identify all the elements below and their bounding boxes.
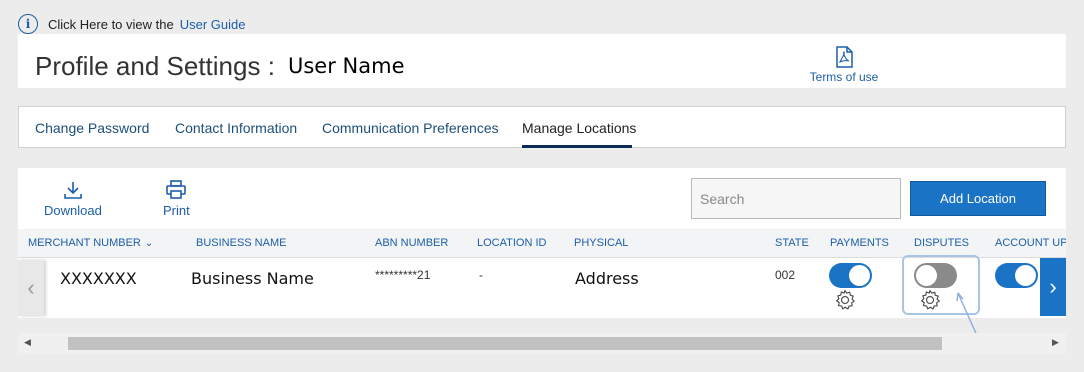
column-account-updates[interactable]: ACCOUNT UP [995, 237, 1066, 249]
disputes-toggle-highlight [902, 255, 980, 315]
column-merchant-number[interactable]: MERCHANT NUMBER ⌄ [28, 237, 153, 249]
toggle-knob [849, 265, 870, 286]
page-title: Profile and Settings : [35, 51, 275, 81]
settings-tabs: Change Password Contact Information Comm… [18, 106, 1066, 148]
scroll-right-button[interactable]: › [1040, 258, 1066, 316]
active-tab-indicator [522, 145, 632, 148]
add-location-button[interactable]: Add Location [910, 181, 1046, 216]
column-payments[interactable]: PAYMENTS [830, 237, 889, 249]
tab-communication-preferences[interactable]: Communication Preferences [322, 120, 499, 136]
tab-contact-information[interactable]: Contact Information [175, 120, 297, 136]
tab-manage-locations[interactable]: Manage Locations [522, 120, 636, 136]
chevron-down-icon: ⌄ [144, 238, 154, 249]
search-input[interactable] [691, 178, 901, 219]
scroll-left-button[interactable]: ‹ [18, 260, 44, 316]
account-updates-toggle[interactable] [995, 263, 1038, 288]
column-disputes[interactable]: DISPUTES [914, 237, 969, 249]
download-label: Download [44, 203, 102, 218]
profile-header: Profile and Settings : User Name Terms o… [18, 34, 1066, 88]
chevron-left-icon: ‹ [27, 275, 35, 300]
terms-of-use-label: Terms of use [809, 70, 879, 84]
abn-number-cell: *********21 [375, 268, 431, 282]
scroll-right-arrow-icon[interactable]: ▶ [1052, 337, 1059, 348]
table-header: MERCHANT NUMBER ⌄ BUSINESS NAME ABN NUMBE… [18, 229, 1066, 258]
merchant-number-cell: XXXXXXX [60, 269, 137, 288]
horizontal-scrollbar[interactable]: ◀ ▶ [18, 333, 1066, 353]
column-location-id[interactable]: LOCATION ID [477, 237, 546, 249]
user-guide-banner: i Click Here to view the User Guide [18, 13, 245, 35]
info-icon: i [18, 14, 38, 34]
state-cell: 002 [775, 268, 796, 282]
scrollbar-thumb[interactable] [68, 337, 942, 350]
pdf-icon [836, 46, 853, 68]
print-icon [166, 180, 187, 199]
download-button[interactable]: Download [44, 180, 102, 218]
tab-change-password[interactable]: Change Password [35, 120, 149, 136]
physical-address-cell: Address [575, 269, 639, 288]
column-physical[interactable]: PHYSICAL [574, 237, 628, 249]
chevron-right-icon: › [1049, 274, 1057, 299]
payments-toggle[interactable] [829, 263, 872, 288]
user-guide-prefix: Click Here to view the [48, 16, 174, 32]
user-name: User Name [288, 54, 405, 78]
user-guide-link[interactable]: User Guide [180, 17, 246, 32]
column-merchant-number-label: MERCHANT NUMBER [28, 237, 141, 249]
download-icon [64, 182, 82, 199]
terms-of-use-link[interactable]: Terms of use [808, 46, 880, 84]
column-business-name[interactable]: BUSINESS NAME [196, 237, 286, 249]
scroll-left-arrow-icon[interactable]: ◀ [24, 337, 31, 348]
business-name-cell: Business Name [191, 269, 314, 288]
payments-settings-gear-icon[interactable] [834, 289, 856, 311]
column-abn-number[interactable]: ABN NUMBER [375, 237, 448, 249]
column-state[interactable]: STATE [775, 237, 809, 249]
print-label: Print [163, 203, 190, 218]
print-button[interactable]: Print [163, 180, 190, 218]
toggle-knob [1015, 265, 1036, 286]
location-id-cell: - [479, 268, 483, 282]
